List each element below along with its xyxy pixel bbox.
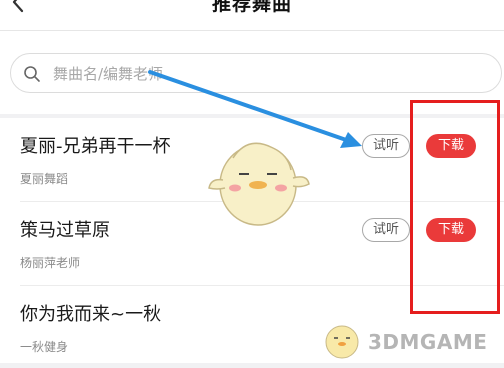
mascot-chick-icon: [208, 142, 310, 226]
highlight-box: [410, 100, 500, 314]
watermark-text: 3DMGAME: [368, 330, 488, 354]
watermark-mascot-icon: [325, 325, 359, 359]
